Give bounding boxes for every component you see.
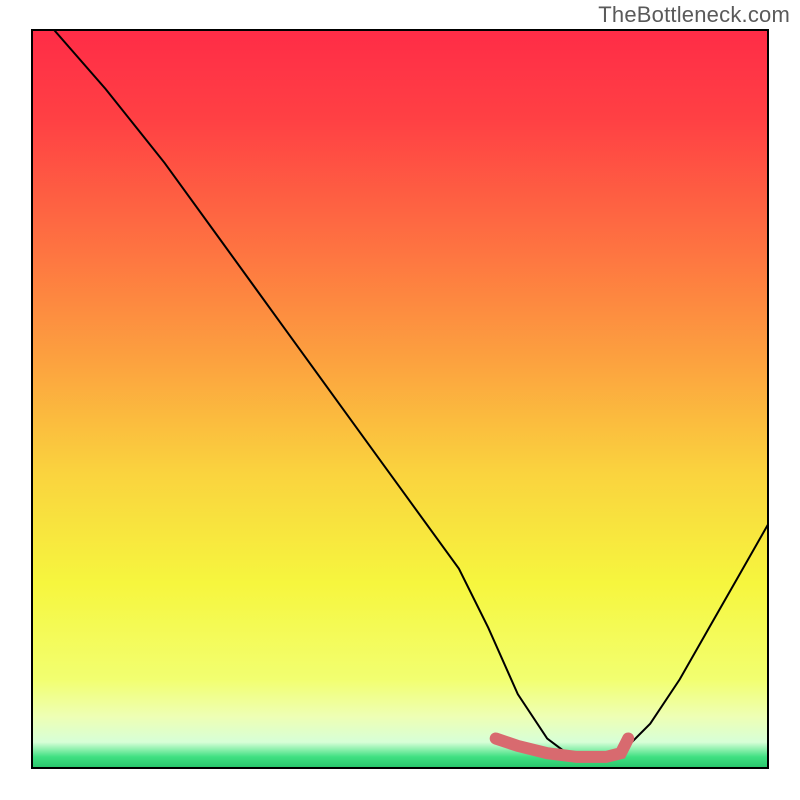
bottleneck-chart [0,0,800,800]
plot-background [32,30,768,768]
chart-container: TheBottleneck.com [0,0,800,800]
